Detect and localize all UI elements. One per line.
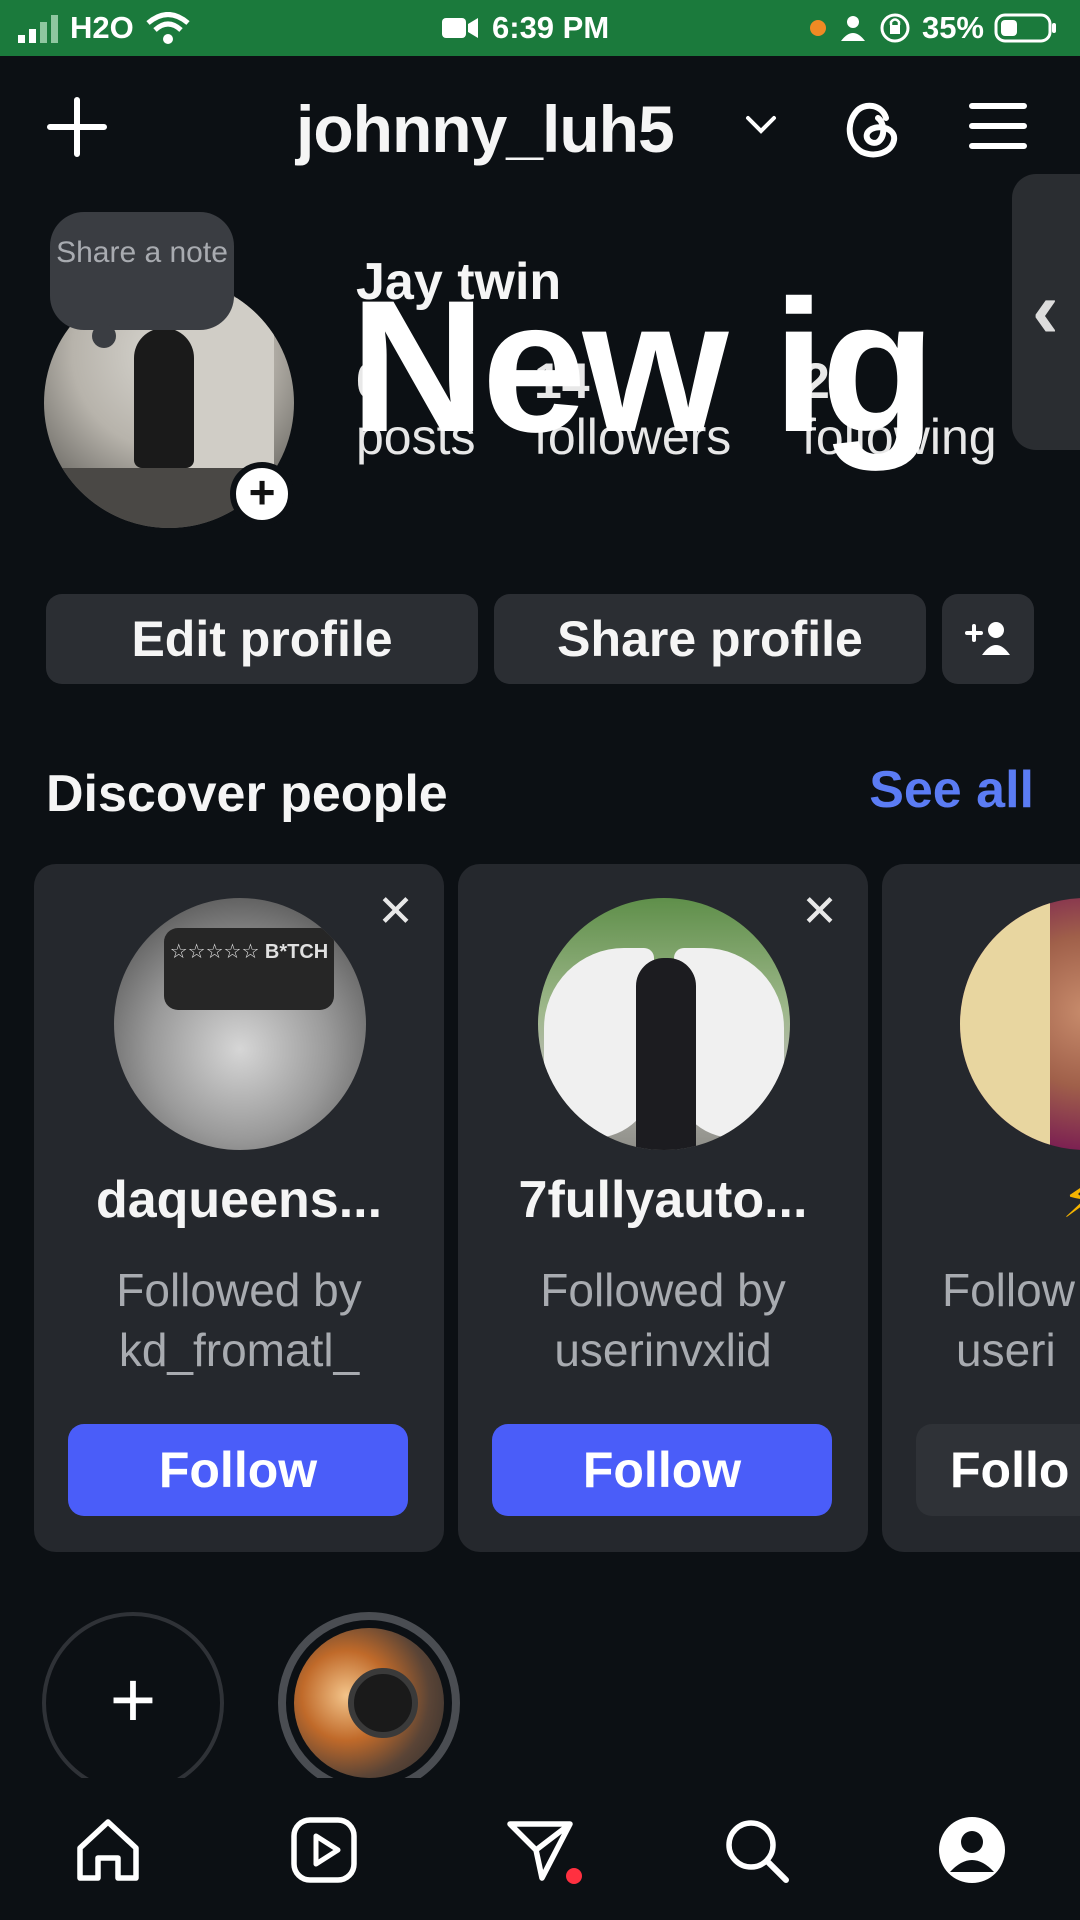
status-right: 35% [809, 10, 1058, 46]
plus-icon[interactable] [46, 96, 108, 158]
share-profile-button[interactable]: Share profile [494, 594, 926, 684]
wifi-icon [146, 12, 190, 44]
avatar-person [134, 328, 194, 468]
account-username[interactable]: johnny_luh5 [296, 91, 675, 167]
suggested-user-card[interactable]: ✕ ☆☆☆☆☆ B*TCH daqueens... Followed by kd… [34, 864, 444, 1552]
avatar-phone-case-text: ☆☆☆☆☆ B*TCH [164, 928, 334, 1010]
follow-button[interactable]: Follow [68, 1424, 408, 1516]
new-highlight-button[interactable]: + [42, 1612, 224, 1794]
chevron-left-icon: ‹ [1032, 265, 1059, 354]
signal-icon [18, 15, 58, 43]
add-story-button[interactable]: + [230, 462, 294, 526]
suggested-username[interactable]: daqueens... [34, 1170, 444, 1230]
video-camera-icon [442, 18, 478, 38]
battery-percent: 35% [921, 10, 984, 45]
follow-button[interactable]: Follo [916, 1424, 1080, 1516]
home-icon[interactable] [72, 1814, 144, 1886]
suggested-user-avatar[interactable]: ☆☆☆☆☆ B*TCH [114, 898, 366, 1150]
highlight-cover-detail [348, 1668, 418, 1738]
bottom-navigation [0, 1778, 1080, 1920]
side-panel-handle[interactable]: ‹ [1012, 174, 1080, 450]
avatar-hair [960, 898, 1050, 1150]
suggested-user-card[interactable]: ✕ 7fullyauto... Followed by userinvxlid … [458, 864, 868, 1552]
status-bar: H2O 6:39 PM 35% [0, 0, 1080, 56]
dismiss-close-icon[interactable]: ✕ [377, 890, 414, 934]
note-bubble-tail [92, 324, 116, 348]
suggested-user-card[interactable]: ⚡ Follow useri Follo [882, 864, 1080, 1552]
followed-by-user: useri [956, 1324, 1056, 1376]
notification-dot [566, 1868, 582, 1884]
see-all-link[interactable]: See all [869, 760, 1034, 820]
add-person-icon [965, 622, 1010, 655]
followed-by-label: Followed by [116, 1264, 362, 1316]
suggested-username[interactable]: 7fullyauto... [458, 1170, 868, 1230]
profile-icon[interactable] [936, 1814, 1008, 1886]
suggested-user-avatar[interactable] [538, 898, 790, 1150]
instagram-profile-screen: H2O 6:39 PM 35% johnny_luh5 ‹ + Share a … [0, 0, 1080, 1920]
suggested-username[interactable]: ⚡ [1062, 1170, 1080, 1230]
edit-profile-button[interactable]: Edit profile [46, 594, 478, 684]
followed-by-user: kd_fromatl_ [118, 1324, 360, 1376]
followed-by-text: Follow useri [942, 1260, 1075, 1380]
chevron-down-icon[interactable] [744, 114, 778, 136]
search-icon[interactable] [720, 1814, 792, 1886]
status-left: H2O [18, 10, 190, 46]
followed-by-user: userinvxlid [554, 1324, 772, 1376]
status-center: 6:39 PM [440, 10, 609, 46]
menu-icon[interactable] [968, 100, 1028, 152]
person-status-icon [840, 16, 865, 41]
clock-time: 6:39 PM [492, 10, 610, 45]
dismiss-close-icon[interactable]: ✕ [801, 890, 838, 934]
profile-bio: New ig [350, 261, 936, 471]
battery-icon [994, 13, 1056, 43]
threads-icon[interactable] [842, 96, 902, 160]
privacy-indicator-dot [809, 20, 826, 36]
followed-by-text: Followed by kd_fromatl_ [34, 1260, 444, 1380]
share-note-bubble[interactable]: Share a note [50, 212, 234, 330]
carrier-name: H2O [70, 10, 134, 45]
story-highlight[interactable] [278, 1612, 460, 1794]
follow-button[interactable]: Follow [492, 1424, 832, 1516]
reels-icon[interactable] [288, 1814, 360, 1886]
followed-by-text: Followed by userinvxlid [458, 1260, 868, 1380]
discover-people-button[interactable] [942, 594, 1034, 684]
avatar-person [636, 958, 696, 1150]
followed-by-label: Follow [942, 1264, 1075, 1316]
followed-by-label: Followed by [540, 1264, 786, 1316]
plus-icon: + [109, 1655, 157, 1744]
discover-people-title: Discover people [46, 765, 448, 823]
suggested-user-avatar[interactable] [960, 898, 1080, 1150]
profile-header: johnny_luh5 [0, 56, 1080, 196]
rotation-lock-icon [880, 13, 910, 43]
